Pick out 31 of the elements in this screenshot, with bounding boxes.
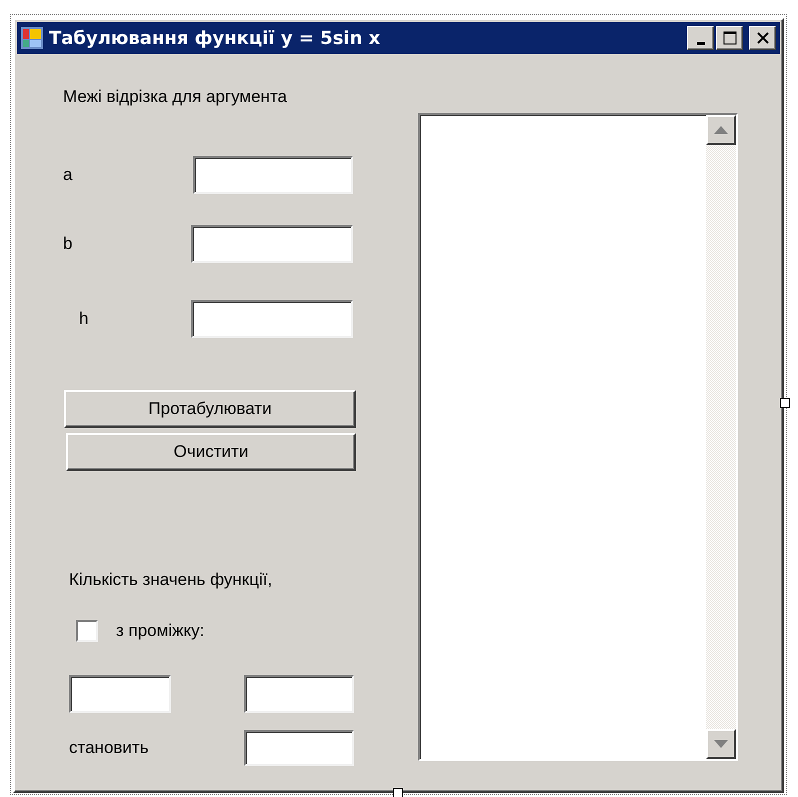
parameter-label: a [63, 165, 72, 184]
range-to-field[interactable] [244, 675, 354, 713]
result-label: становить [69, 738, 149, 757]
up-arrow-icon [714, 126, 728, 134]
checkbox-label: з проміжку: [116, 621, 204, 641]
window-title: Табулювання функції у = 5sin x [49, 28, 382, 48]
minimize-button[interactable] [687, 26, 714, 50]
parameter-field[interactable] [191, 225, 353, 263]
maximize-icon [722, 31, 736, 45]
parameter-label: h [79, 309, 88, 328]
range-checkbox[interactable] [76, 620, 98, 642]
range-heading: Межі відрізка для аргумента [63, 87, 287, 107]
maximize-button[interactable] [716, 26, 743, 50]
resize-handle[interactable] [780, 398, 790, 408]
resize-handle[interactable] [393, 788, 403, 797]
down-arrow-icon [714, 740, 728, 748]
parameter-field[interactable] [193, 156, 353, 194]
vertical-scrollbar[interactable] [706, 115, 736, 759]
parameter-label: b [63, 234, 72, 253]
close-button[interactable] [749, 26, 776, 50]
result-field[interactable] [244, 730, 354, 766]
parameter-field[interactable] [191, 300, 353, 338]
scroll-up-button[interactable] [706, 115, 736, 145]
close-icon [756, 32, 770, 44]
count-label: Кількість значень функції, [69, 570, 272, 590]
app-icon [21, 27, 43, 49]
action-button[interactable]: Протабулювати [64, 390, 356, 428]
action-button[interactable]: Очистити [66, 433, 356, 471]
scroll-down-button[interactable] [706, 729, 736, 759]
minimize-icon [696, 42, 704, 44]
range-from-field[interactable] [69, 675, 171, 713]
